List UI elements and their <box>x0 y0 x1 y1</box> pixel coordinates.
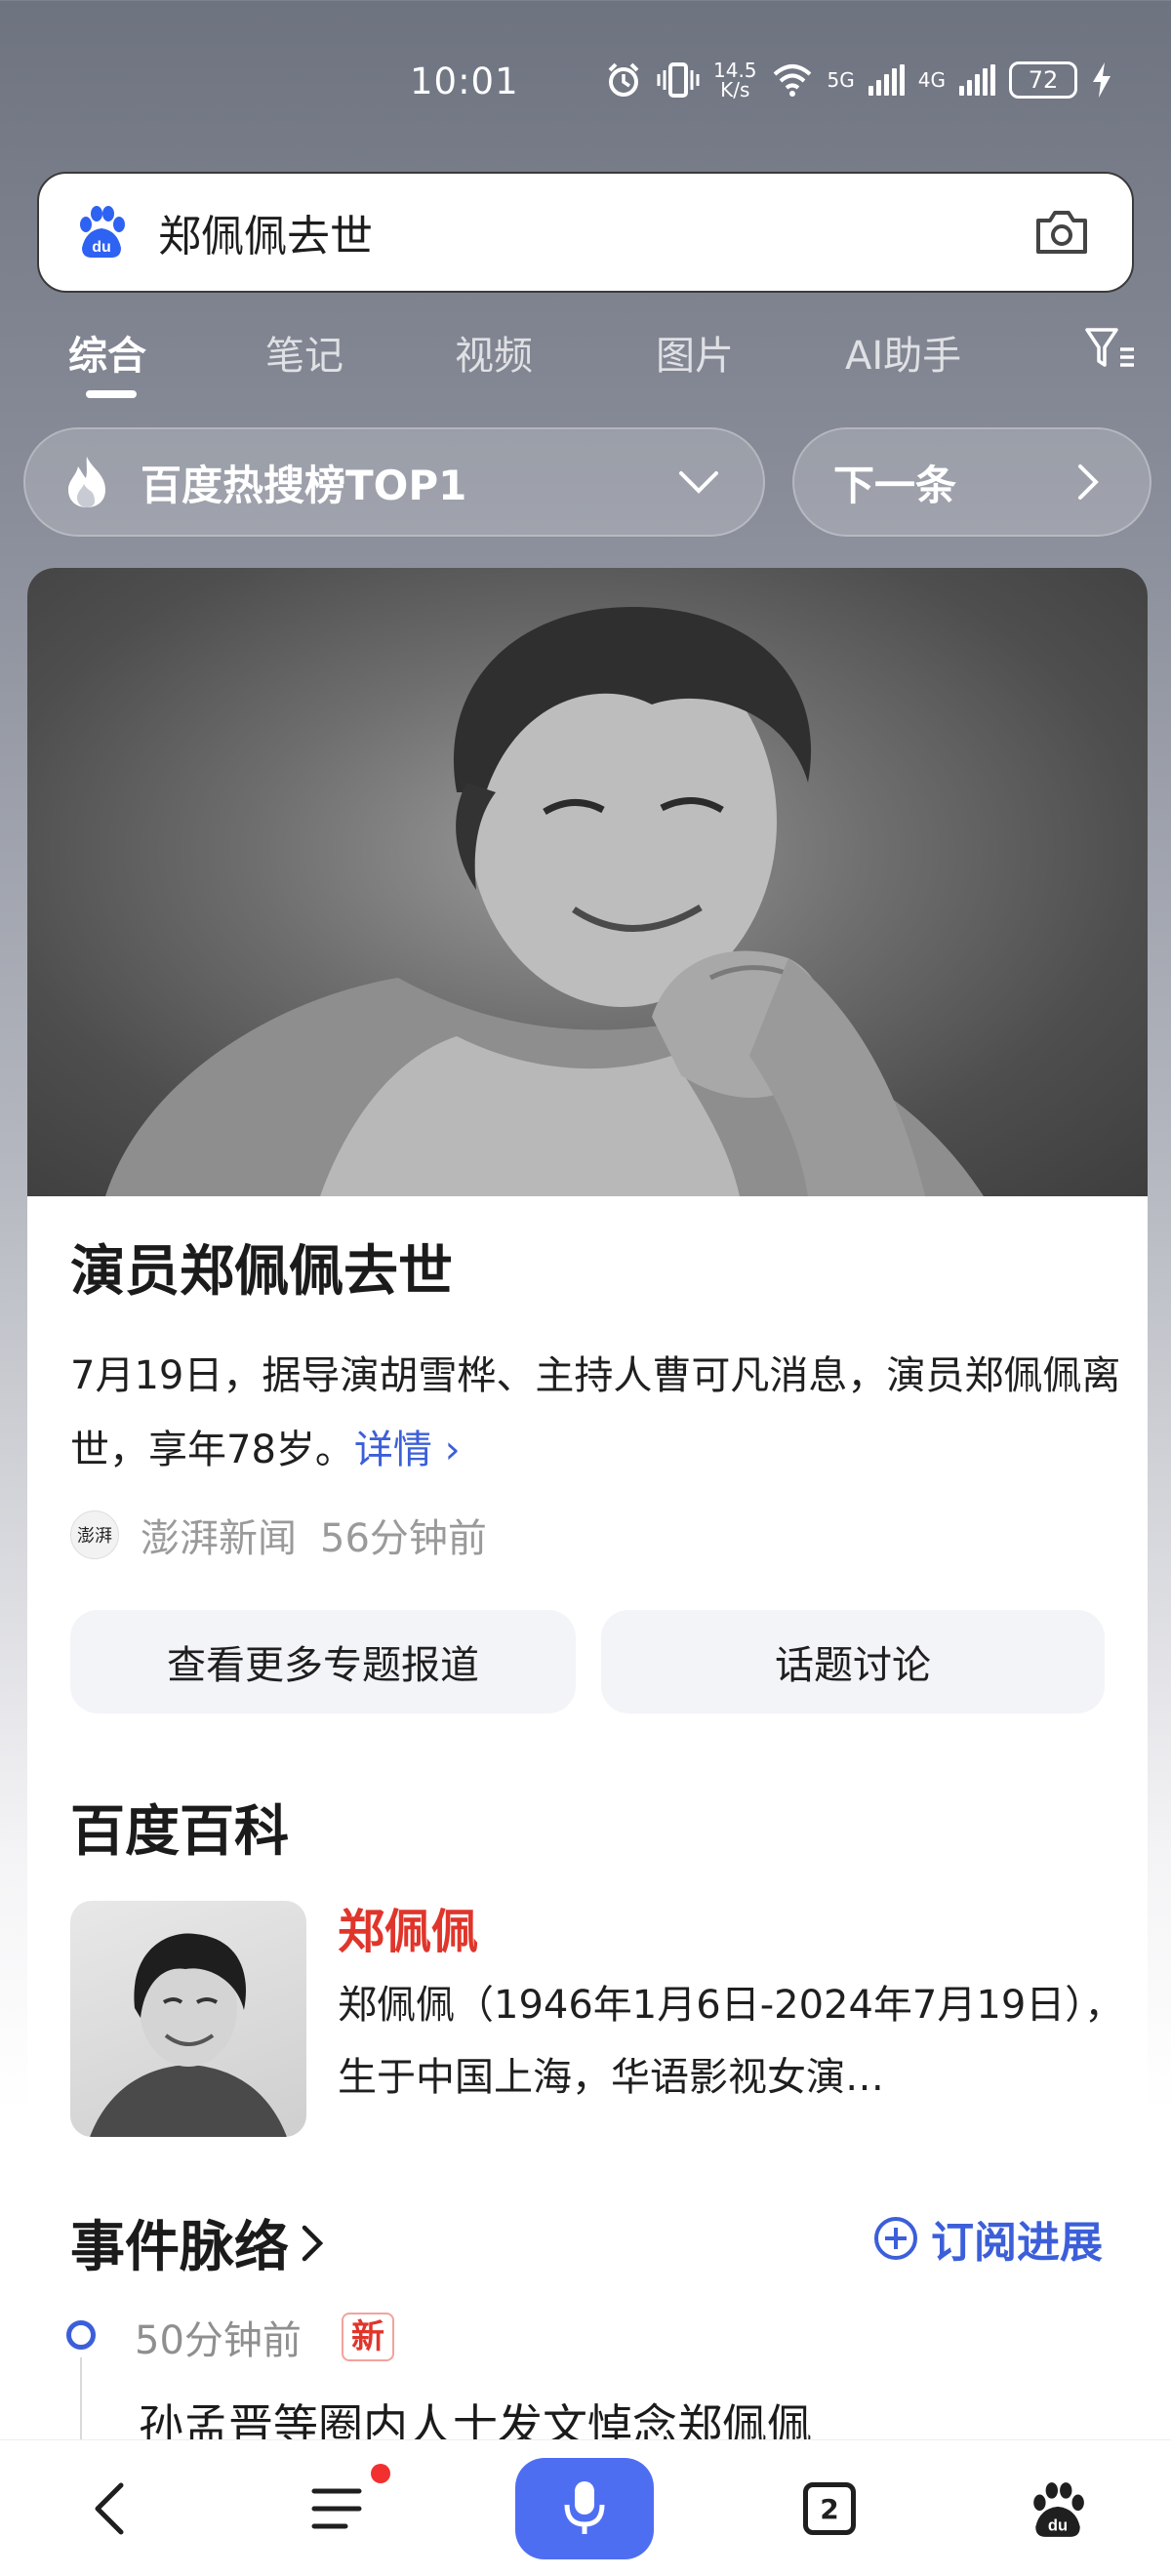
vibrate-icon <box>657 62 700 98</box>
signal-4g-label: 4G <box>917 68 946 92</box>
news-card: 演员郑佩佩去世 7月19日，据导演胡雪桦、主持人曹可凡消息，演员郑佩佩离世，享年… <box>27 568 1148 2576</box>
news-headline[interactable]: 演员郑佩佩去世 <box>70 1228 453 1307</box>
status-bar: 10:01 14.5 K/s 5G 4G 72 <box>0 0 1171 166</box>
camera-icon[interactable] <box>1030 201 1093 263</box>
signal-5g-label: 5G <box>827 68 855 92</box>
open-tabs-button[interactable]: 2 <box>781 2462 878 2556</box>
details-link[interactable]: 详情 › <box>354 1428 461 1472</box>
plus-circle-icon <box>874 2217 917 2260</box>
wifi-icon <box>773 64 811 97</box>
subscribe-progress-button[interactable]: 订阅进展 <box>872 2207 1103 2270</box>
baike-section-title: 百度百科 <box>70 1800 289 1864</box>
search-input[interactable]: 郑佩佩去世 <box>158 201 1030 263</box>
source-name: 澎湃新闻 <box>141 1516 297 1561</box>
news-summary: 7月19日，据导演胡雪桦、主持人曹可凡消息，演员郑佩佩离世，享年78岁。详情 › <box>70 1339 1124 1487</box>
open-tabs-count: 2 <box>803 2482 856 2535</box>
chevron-down-icon <box>679 471 718 494</box>
more-reports-button[interactable]: 查看更多专题报道 <box>70 1610 576 1713</box>
tab-videos[interactable]: 视频 <box>455 324 533 381</box>
filter-icon[interactable] <box>1083 324 1138 371</box>
publish-time: 56分钟前 <box>320 1516 487 1561</box>
baike-description[interactable]: 郑佩佩（1946年1月6日-2024年7月19日），生于中国上海，华语影视女演… <box>338 1969 1138 2113</box>
timeline-item-time: 50分钟前 <box>135 2318 302 2363</box>
hot-search-rank-label: 百度热搜榜TOP1 <box>141 461 467 509</box>
news-source-row[interactable]: 澎湃 澎湃新闻 56分钟前 <box>70 1507 487 1563</box>
active-tab-indicator <box>86 390 137 398</box>
alarm-icon <box>608 62 639 97</box>
tab-ai-assistant[interactable]: AI助手 <box>845 324 961 381</box>
microphone-icon <box>564 2481 605 2534</box>
timeline-dot <box>66 2320 96 2350</box>
tab-images[interactable]: 图片 <box>656 324 734 381</box>
menu-icon <box>311 2488 362 2529</box>
event-timeline-title[interactable]: 事件脉络 <box>70 2203 328 2282</box>
baike-photo[interactable] <box>70 1901 306 2137</box>
baidu-paw-icon: du <box>1033 2482 1084 2537</box>
event-timeline-title-text: 事件脉络 <box>70 2216 289 2279</box>
hero-portrait-photo[interactable] <box>27 568 1148 1196</box>
subscribe-progress-label: 订阅进展 <box>931 2218 1103 2268</box>
source-logo: 澎湃 <box>70 1510 119 1559</box>
notification-dot <box>371 2464 390 2483</box>
baidu-home-button[interactable]: du <box>1009 2462 1107 2556</box>
back-button[interactable] <box>61 2462 158 2556</box>
voice-search-button[interactable] <box>515 2458 654 2559</box>
baike-person-name[interactable]: 郑佩佩 <box>338 1893 478 1961</box>
flame-icon <box>68 457 105 507</box>
status-time: 10:01 <box>410 60 519 102</box>
bottom-navigation: 2 du <box>0 2439 1171 2576</box>
charging-icon <box>1093 62 1110 98</box>
news-summary-text: 7月19日，据导演胡雪桦、主持人曹可凡消息，演员郑佩佩离世，享年78岁。 <box>70 1353 1121 1472</box>
next-item-label: 下一条 <box>833 461 957 509</box>
portrait-illustration <box>105 607 984 1196</box>
hot-search-rank-pill[interactable]: 百度热搜榜TOP1 <box>23 427 765 537</box>
tab-notes[interactable]: 笔记 <box>265 324 343 381</box>
topic-discussion-button[interactable]: 话题讨论 <box>601 1610 1105 1713</box>
chevron-right-icon <box>302 2225 324 2261</box>
details-link-label: 详情 <box>353 1428 432 1472</box>
baidu-paw-icon[interactable]: du <box>72 203 131 262</box>
signal-4g-bars <box>959 64 995 96</box>
battery-indicator: 72 <box>1009 61 1077 99</box>
search-tabs: 综合 笔记 视频 图片 AI助手 <box>0 312 1171 400</box>
status-icons: 14.5 K/s 5G 4G 72 <box>604 60 1112 100</box>
baike-portrait-illustration <box>90 1933 287 2137</box>
back-arrow-icon <box>95 2482 124 2535</box>
search-box[interactable]: du 郑佩佩去世 <box>37 172 1134 293</box>
svg-text:du: du <box>1048 2516 1068 2535</box>
svg-text:du: du <box>92 239 111 256</box>
signal-5g-bars <box>868 64 905 96</box>
tab-all[interactable]: 综合 <box>68 324 146 381</box>
new-badge: 新 <box>342 2313 394 2361</box>
next-item-button[interactable]: 下一条 <box>792 427 1151 537</box>
network-speed: 14.5 K/s <box>713 59 757 101</box>
chevron-right-icon <box>1078 464 1099 500</box>
